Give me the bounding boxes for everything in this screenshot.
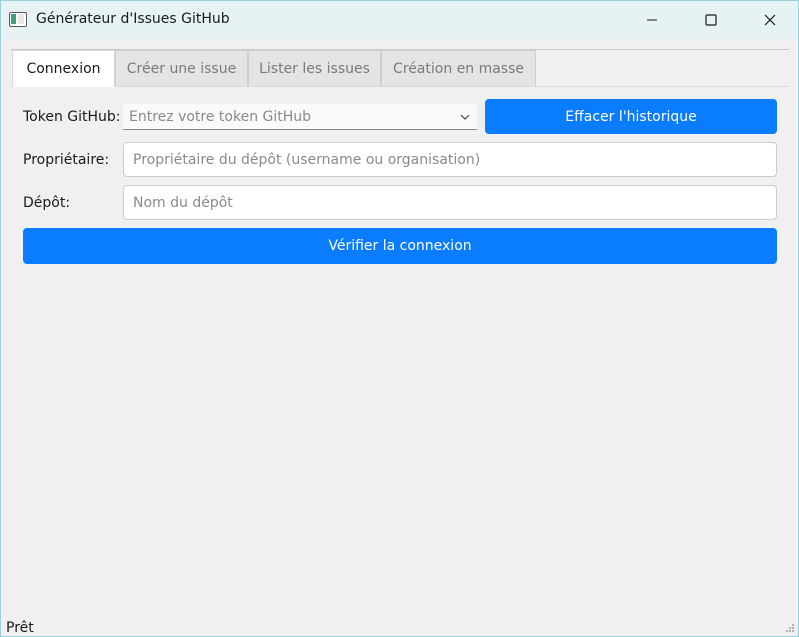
minimize-icon bbox=[647, 19, 657, 21]
chevron-down-icon[interactable] bbox=[459, 111, 471, 123]
tab-divider-bottom bbox=[11, 86, 789, 87]
clear-history-button[interactable]: Effacer l'historique bbox=[485, 99, 777, 134]
maximize-button[interactable] bbox=[682, 1, 740, 39]
minimize-button[interactable] bbox=[623, 1, 681, 39]
tab-bar: Connexion Créer une issue Lister les iss… bbox=[11, 49, 789, 87]
app-window-icon bbox=[9, 12, 27, 27]
repo-input[interactable]: Nom du dépôt bbox=[123, 185, 777, 220]
owner-placeholder: Propriétaire du dépôt (username ou organ… bbox=[133, 151, 481, 168]
maximize-icon bbox=[705, 14, 717, 26]
verify-connection-button[interactable]: Vérifier la connexion bbox=[23, 228, 777, 264]
tab-creer-issue[interactable]: Créer une issue bbox=[115, 50, 248, 86]
token-combobox[interactable]: Entrez votre token GitHub bbox=[123, 104, 477, 130]
token-label: Token GitHub: bbox=[23, 109, 121, 125]
owner-label: Propriétaire: bbox=[23, 152, 110, 168]
close-icon bbox=[764, 14, 776, 26]
repo-placeholder: Nom du dépôt bbox=[133, 194, 233, 211]
title-bar[interactable]: Générateur d'Issues GitHub bbox=[1, 1, 798, 39]
tab-connexion[interactable]: Connexion bbox=[12, 50, 115, 87]
window-title: Générateur d'Issues GitHub bbox=[36, 11, 230, 27]
status-text: Prêt bbox=[6, 620, 34, 636]
owner-input[interactable]: Propriétaire du dépôt (username ou organ… bbox=[123, 142, 777, 177]
tab-creation-masse[interactable]: Création en masse bbox=[381, 50, 536, 86]
token-placeholder: Entrez votre token GitHub bbox=[129, 108, 312, 125]
close-button[interactable] bbox=[741, 1, 799, 39]
resize-grip-icon[interactable] bbox=[785, 623, 795, 633]
tab-lister-issues[interactable]: Lister les issues bbox=[248, 50, 381, 86]
app-window: Générateur d'Issues GitHub Connexion Cré… bbox=[0, 0, 799, 637]
repo-label: Dépôt: bbox=[23, 195, 71, 211]
